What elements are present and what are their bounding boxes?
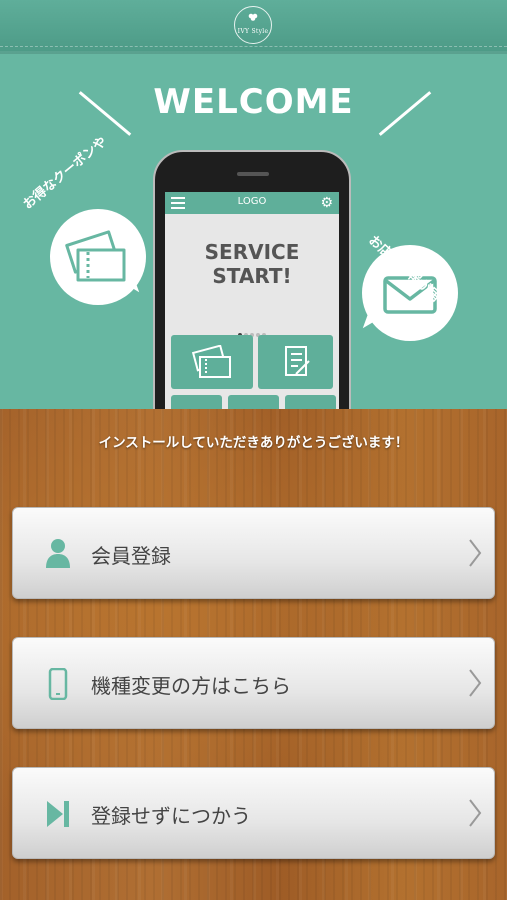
use-without-register-button[interactable]: 登録せずにつかう <box>12 767 495 859</box>
phone-title-line2: START! <box>212 264 292 288</box>
phone-screen: LOGO ⚙ SERVICE START! <box>165 192 339 409</box>
phone-logo-text: LOGO <box>237 196 267 207</box>
brand-name: IVY Style <box>237 28 269 35</box>
memo-icon <box>285 346 310 376</box>
phone-mockup: LOGO ⚙ SERVICE START! <box>153 150 351 409</box>
phone-tile-memo <box>258 335 333 389</box>
phone-tile <box>171 395 222 409</box>
top-bar-stitch <box>0 46 507 47</box>
skip-icon <box>47 801 69 827</box>
ticket-icon <box>65 230 126 282</box>
chevron-right-icon <box>469 799 482 827</box>
person-icon <box>46 539 70 568</box>
device-change-button[interactable]: 機種変更の方はこちら <box>12 637 495 729</box>
chevron-right-icon <box>469 669 482 697</box>
hero-banner: WELCOME お得なクーポンや お店の情報が届く! LOGO ⚙ SERVIC… <box>0 54 507 409</box>
smartphone-icon <box>48 668 68 700</box>
phone-screen-header: LOGO ⚙ <box>165 192 339 214</box>
member-register-label: 会員登録 <box>91 544 171 568</box>
brand-logo: IVY Style <box>234 6 272 44</box>
phone-tile-coupon <box>171 335 253 389</box>
leaf-icon <box>248 13 258 21</box>
phone-speaker <box>237 172 269 176</box>
top-bar: IVY Style <box>0 0 507 55</box>
ticket-icon <box>191 345 231 378</box>
gear-icon: ⚙ <box>320 195 333 211</box>
thanks-message: インストールしていただきありがとうございます！ <box>98 435 409 451</box>
member-register-button[interactable]: 会員登録 <box>12 507 495 599</box>
phone-tile <box>285 395 336 409</box>
device-change-label: 機種変更の方はこちら <box>91 674 291 698</box>
phone-service-title: SERVICE START! <box>165 240 339 288</box>
use-without-register-label: 登録せずにつかう <box>91 804 251 828</box>
chevron-right-icon <box>469 539 482 567</box>
phone-tile <box>228 395 279 409</box>
welcome-heading: WELCOME <box>153 82 354 122</box>
wood-panel: インストールしていただきありがとうございます！ 会員登録 機種変更の方はこちら … <box>0 409 507 900</box>
coupon-caption: お得なクーポンや <box>20 134 110 213</box>
phone-title-line1: SERVICE <box>204 240 300 264</box>
